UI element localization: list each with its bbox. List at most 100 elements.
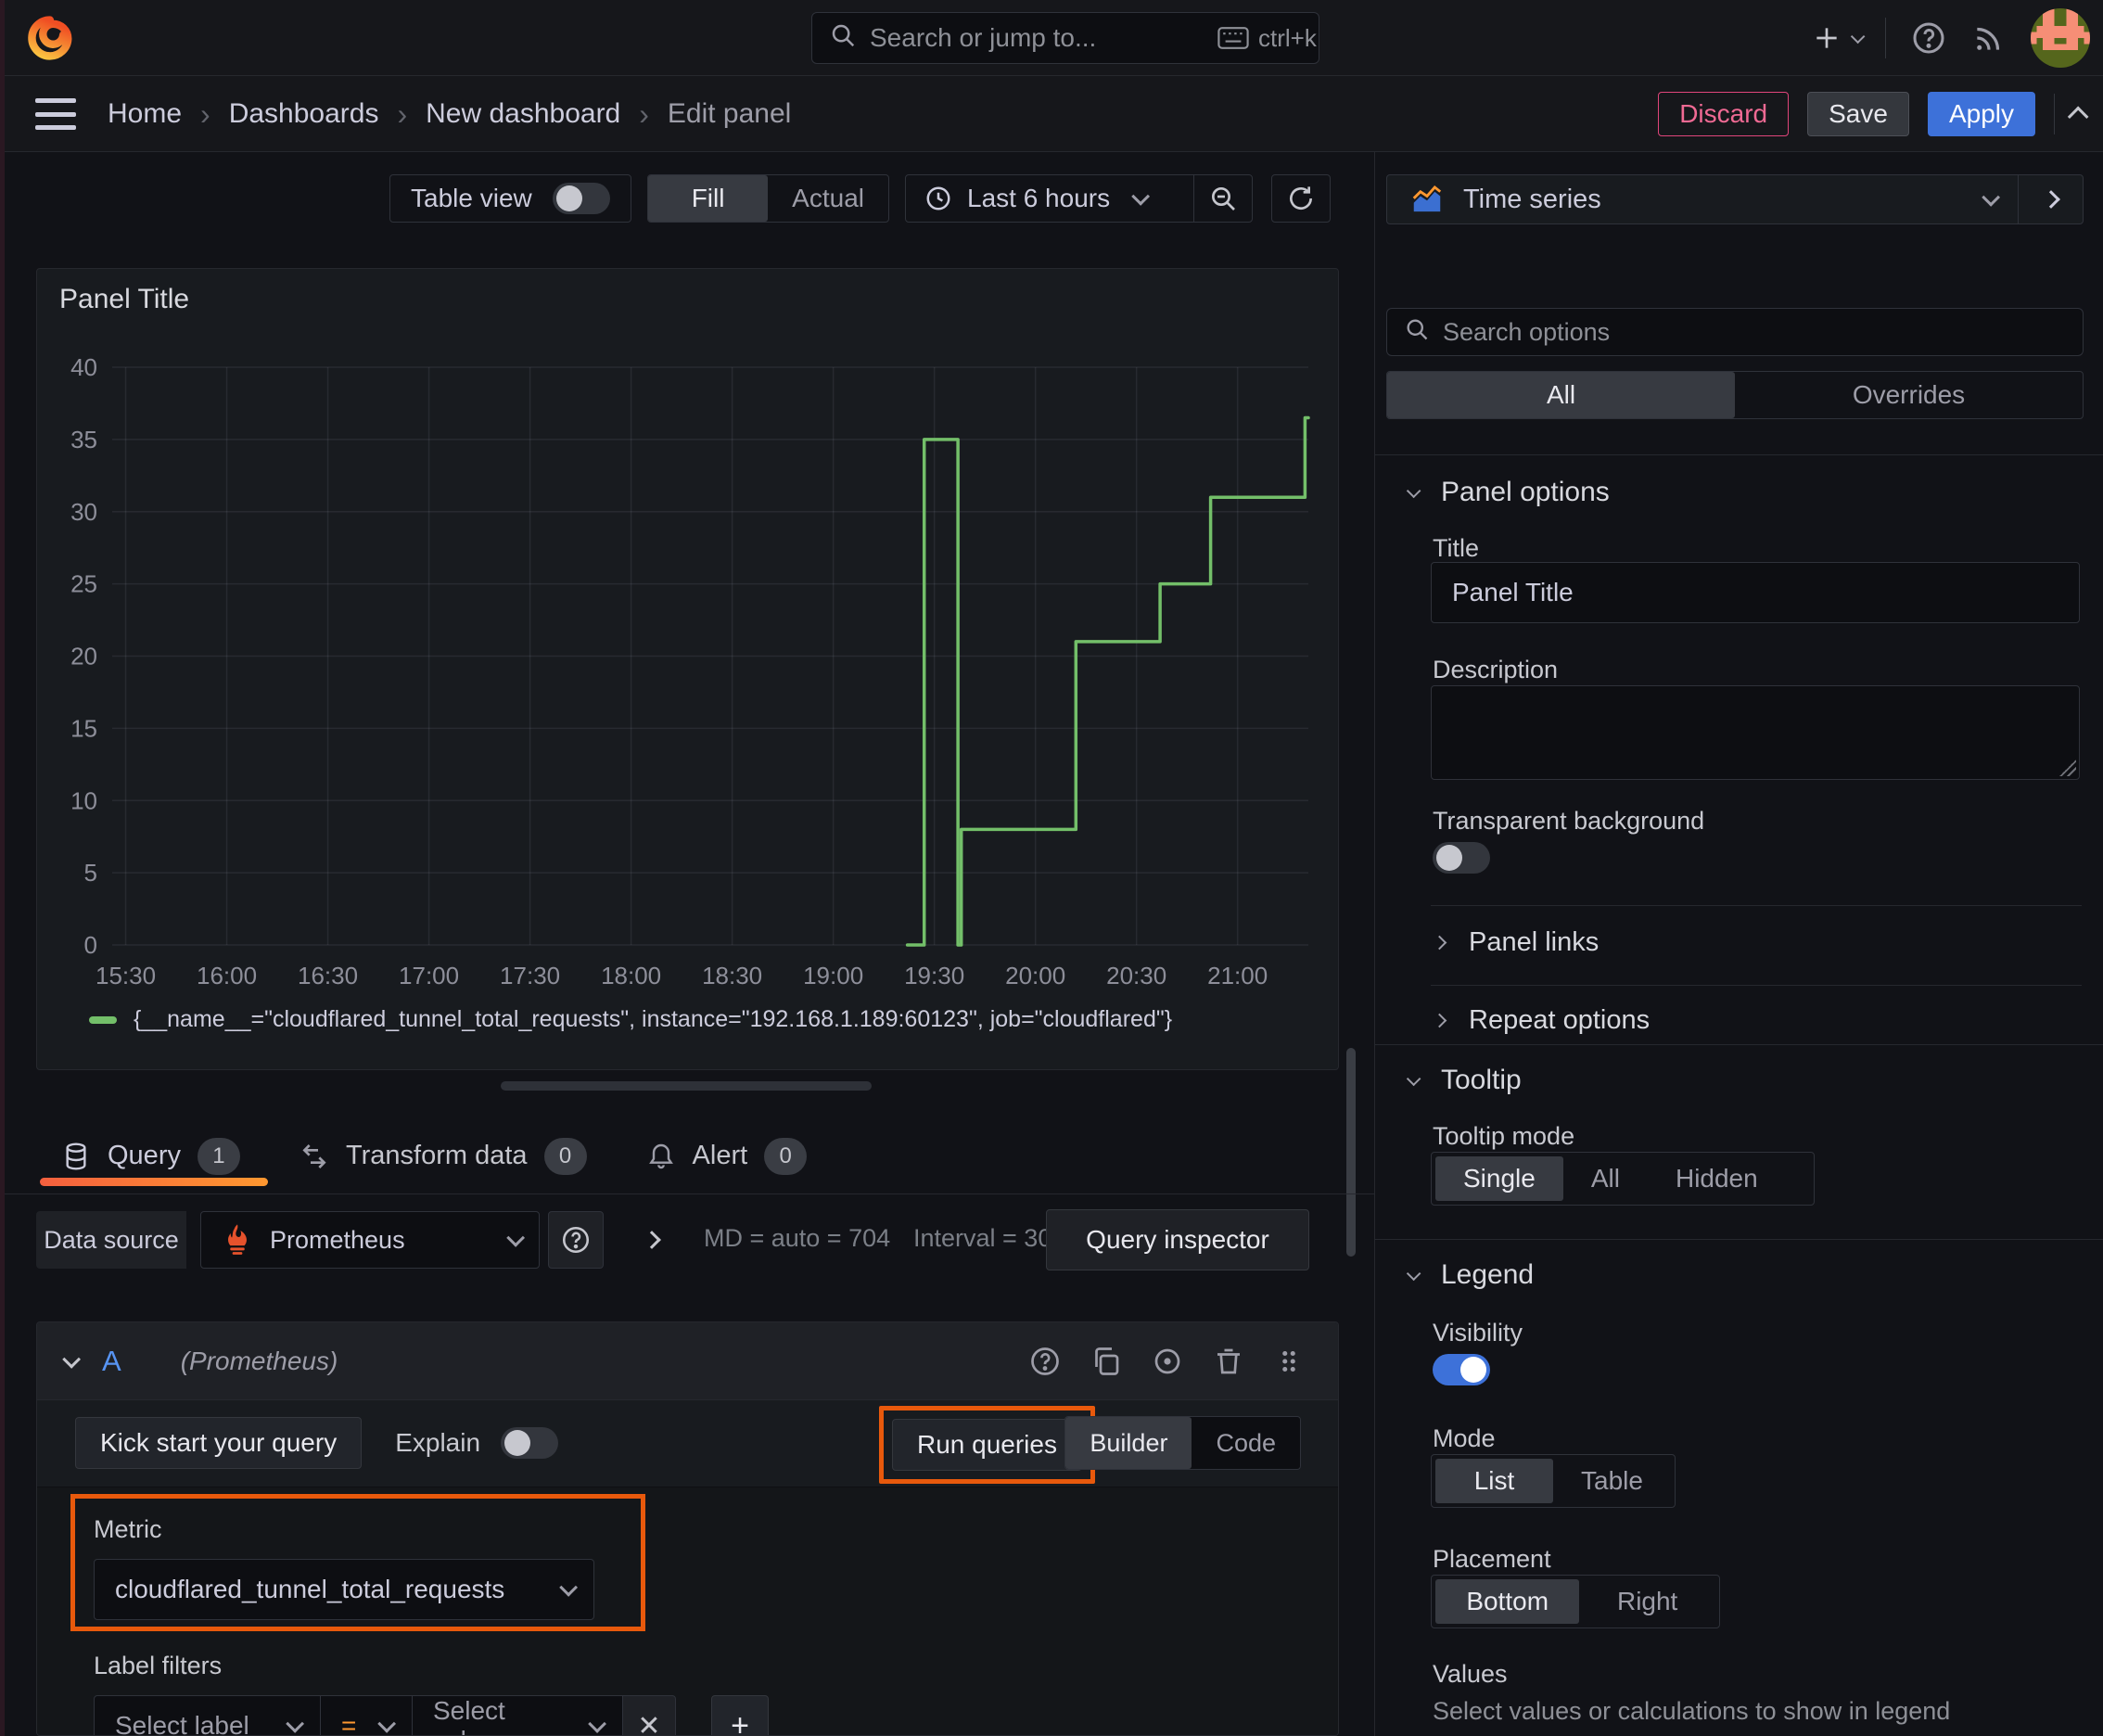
legend-placement-bottom[interactable]: Bottom <box>1435 1579 1580 1624</box>
global-search[interactable]: ctrl+k <box>811 12 1319 64</box>
tooltip-mode-single[interactable]: Single <box>1435 1156 1563 1201</box>
kickstart-button[interactable]: Kick start your query <box>75 1417 363 1469</box>
breadcrumb-bar: Home › Dashboards › New dashboard › Edit… <box>0 76 2103 152</box>
shortcut-label: ctrl+k <box>1258 23 1317 52</box>
tab-transform[interactable]: Transform data 0 <box>300 1118 587 1194</box>
options-search-input[interactable] <box>1443 317 2066 347</box>
options-search[interactable] <box>1386 308 2084 356</box>
svg-text:25: 25 <box>70 570 97 598</box>
add-new-button[interactable] <box>1812 23 1866 53</box>
tooltip-mode-all[interactable]: All <box>1563 1156 1648 1201</box>
refresh-button[interactable] <box>1271 174 1331 223</box>
divider <box>1431 985 2082 986</box>
legend-mode-label: Mode <box>1433 1424 1496 1452</box>
legend-placement-right[interactable]: Right <box>1579 1579 1715 1624</box>
collapse-query-icon[interactable] <box>62 1349 82 1369</box>
breadcrumb: Home › Dashboards › New dashboard › Edit… <box>108 76 791 152</box>
collapse-options-button[interactable] <box>2067 106 2089 128</box>
table-view-toggle[interactable] <box>553 183 610 214</box>
legend-mode-list[interactable]: List <box>1435 1459 1553 1503</box>
svg-text:10: 10 <box>70 786 97 814</box>
drag-handle-icon[interactable] <box>1273 1346 1305 1377</box>
help-button[interactable] <box>1910 19 1947 57</box>
chevron-down-icon <box>377 1714 397 1733</box>
svg-text:19:00: 19:00 <box>803 962 863 989</box>
zoom-out-button[interactable] <box>1194 175 1252 222</box>
topbar: ctrl+k <box>0 0 2103 76</box>
news-feed-icon[interactable] <box>1971 20 2007 56</box>
operator-dropdown[interactable]: = <box>320 1695 413 1735</box>
apply-button[interactable]: Apply <box>1927 92 2035 136</box>
legend-header[interactable]: Legend <box>1406 1259 1535 1291</box>
builder-option[interactable]: Builder <box>1065 1417 1192 1469</box>
panel-title-input[interactable] <box>1431 562 2080 623</box>
visualization-current[interactable]: Time series <box>1387 182 2018 217</box>
save-button[interactable]: Save <box>1807 92 1909 136</box>
panel-links-header[interactable]: Panel links <box>1432 927 1599 958</box>
legend-visibility-toggle[interactable] <box>1433 1354 1490 1385</box>
tab-alert[interactable]: Alert 0 <box>646 1118 808 1194</box>
add-filter-button[interactable]: + <box>711 1695 769 1735</box>
duplicate-query-icon[interactable] <box>1090 1345 1123 1378</box>
expand-options-icon[interactable] <box>643 1224 661 1253</box>
legend-mode-table[interactable]: Table <box>1553 1459 1671 1503</box>
query-datasource-hint: (Prometheus) <box>180 1346 338 1375</box>
fill-option[interactable]: Fill <box>648 175 769 222</box>
breadcrumb-separator: › <box>639 96 649 131</box>
tooltip-mode-segmented: Single All Hidden <box>1431 1152 1815 1206</box>
actual-option[interactable]: Actual <box>768 175 888 222</box>
tooltip-header[interactable]: Tooltip <box>1406 1065 1522 1096</box>
run-queries-annotation: Run queries <box>879 1406 1095 1484</box>
avatar[interactable] <box>2031 8 2090 68</box>
query-editor-card: A (Prometheus) Kick start your query Exp… <box>36 1321 1339 1736</box>
select-value-dropdown[interactable]: Select value <box>412 1695 623 1735</box>
tab-overrides[interactable]: Overrides <box>1735 372 2083 418</box>
metric-select[interactable]: cloudflared_tunnel_total_requests <box>94 1559 594 1620</box>
tooltip-mode-hidden[interactable]: Hidden <box>1648 1156 1786 1201</box>
breadcrumb-dashboards[interactable]: Dashboards <box>229 98 379 130</box>
legend-series-swatch[interactable] <box>89 1015 117 1024</box>
breadcrumb-separator: › <box>200 96 210 131</box>
builder-code-segmented: Builder Code <box>1064 1416 1301 1470</box>
query-help-icon[interactable] <box>1028 1345 1062 1378</box>
time-range-label: Last 6 hours <box>967 184 1111 212</box>
grafana-logo-icon[interactable] <box>24 13 74 63</box>
panel-options-title: Panel options <box>1441 477 1610 507</box>
datasource-help-button[interactable] <box>548 1211 604 1269</box>
time-range-picker[interactable]: Last 6 hours <box>906 184 1193 213</box>
query-inspector-button[interactable]: Query inspector <box>1046 1209 1309 1270</box>
code-option[interactable]: Code <box>1192 1417 1300 1469</box>
time-series-chart[interactable]: 15:30 16:00 16:30 17:00 17:30 18:00 18:30 19:00… <box>37 269 1340 1002</box>
explain-toggle[interactable] <box>501 1427 559 1459</box>
breadcrumb-new-dashboard[interactable]: New dashboard <box>426 98 620 130</box>
resize-corner-icon[interactable] <box>2059 760 2076 776</box>
tooltip-mode-label: Tooltip mode <box>1433 1122 1575 1150</box>
query-row-header[interactable]: A (Prometheus) <box>37 1322 1338 1400</box>
legend-series-label[interactable]: {__name__="cloudflared_tunnel_total_requ… <box>134 1006 1172 1033</box>
resize-handle[interactable] <box>501 1081 872 1091</box>
panel-options-header[interactable]: Panel options <box>1406 477 1610 508</box>
datasource-picker[interactable]: Prometheus <box>200 1211 540 1269</box>
legend-title: Legend <box>1441 1259 1535 1290</box>
transparent-bg-toggle[interactable] <box>1433 842 1490 874</box>
delete-query-icon[interactable] <box>1212 1345 1245 1378</box>
repeat-options-header[interactable]: Repeat options <box>1432 1005 1650 1036</box>
run-queries-button[interactable]: Run queries <box>892 1419 1082 1471</box>
open-viz-list-button[interactable] <box>2018 175 2083 223</box>
fill-actual-segmented: Fill Actual <box>647 174 889 223</box>
select-label-dropdown[interactable]: Select label <box>94 1695 321 1735</box>
svg-text:40: 40 <box>70 353 97 381</box>
description-textarea[interactable] <box>1431 685 2080 780</box>
discard-button[interactable]: Discard <box>1658 92 1790 136</box>
disable-query-icon[interactable] <box>1151 1345 1184 1378</box>
search-input[interactable] <box>870 23 1204 53</box>
label-filters-label: Label filters <box>94 1652 223 1679</box>
menu-toggle-icon[interactable] <box>35 98 76 130</box>
breadcrumb-home[interactable]: Home <box>108 98 182 130</box>
metric-label: Metric <box>94 1515 162 1543</box>
remove-filter-button[interactable]: ✕ <box>622 1695 676 1735</box>
tab-all[interactable]: All <box>1387 372 1735 418</box>
description-label: Description <box>1433 656 1559 683</box>
visualization-picker[interactable]: Time series <box>1386 174 2084 224</box>
chevron-down-icon <box>1982 187 2001 207</box>
